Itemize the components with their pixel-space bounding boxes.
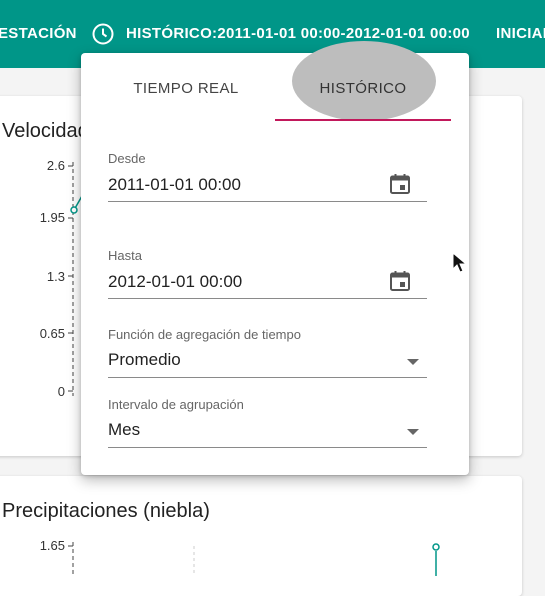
historic-range-button[interactable]: HISTÓRICO:2011-01-01 00:00-2012-01-01 00… — [126, 25, 470, 42]
from-label: Desde — [108, 151, 146, 166]
to-underline — [108, 298, 427, 299]
calendar-icon[interactable] — [388, 172, 412, 196]
chevron-down-icon[interactable] — [407, 429, 419, 435]
aggregation-select[interactable]: Promedio — [108, 350, 181, 370]
from-underline — [108, 201, 427, 202]
mouse-cursor-icon — [452, 252, 468, 273]
tab-historic[interactable]: HISTÓRICO — [275, 53, 451, 123]
precip-chart-card: Precipitaciones (niebla) 1.65 — [0, 476, 522, 596]
data-point[interactable] — [70, 206, 78, 214]
clock-icon — [92, 23, 114, 45]
data-point[interactable] — [432, 543, 440, 551]
wind-chart-axis — [68, 162, 83, 396]
chevron-down-icon[interactable] — [407, 359, 419, 365]
time-range-popup: TIEMPO REAL HISTÓRICO Desde 2011-01-01 0… — [81, 41, 469, 475]
aggregation-label: Función de agregación de tiempo — [108, 327, 301, 342]
start-button[interactable]: INICIAL — [496, 25, 545, 42]
station-menu-button[interactable]: ESTACIÓN — [0, 25, 77, 42]
tab-indicator — [275, 119, 451, 121]
from-input[interactable]: 2011-01-01 00:00 — [108, 175, 241, 195]
interval-select[interactable]: Mes — [108, 420, 140, 440]
precip-chart-axis — [68, 542, 440, 576]
to-label: Hasta — [108, 248, 142, 263]
to-input[interactable]: 2012-01-01 00:00 — [108, 272, 242, 292]
tab-realtime[interactable]: TIEMPO REAL — [107, 53, 265, 123]
interval-label: Intervalo de agrupación — [108, 397, 244, 412]
calendar-icon[interactable] — [388, 269, 412, 293]
interval-underline — [108, 447, 427, 448]
aggregation-underline — [108, 377, 427, 378]
